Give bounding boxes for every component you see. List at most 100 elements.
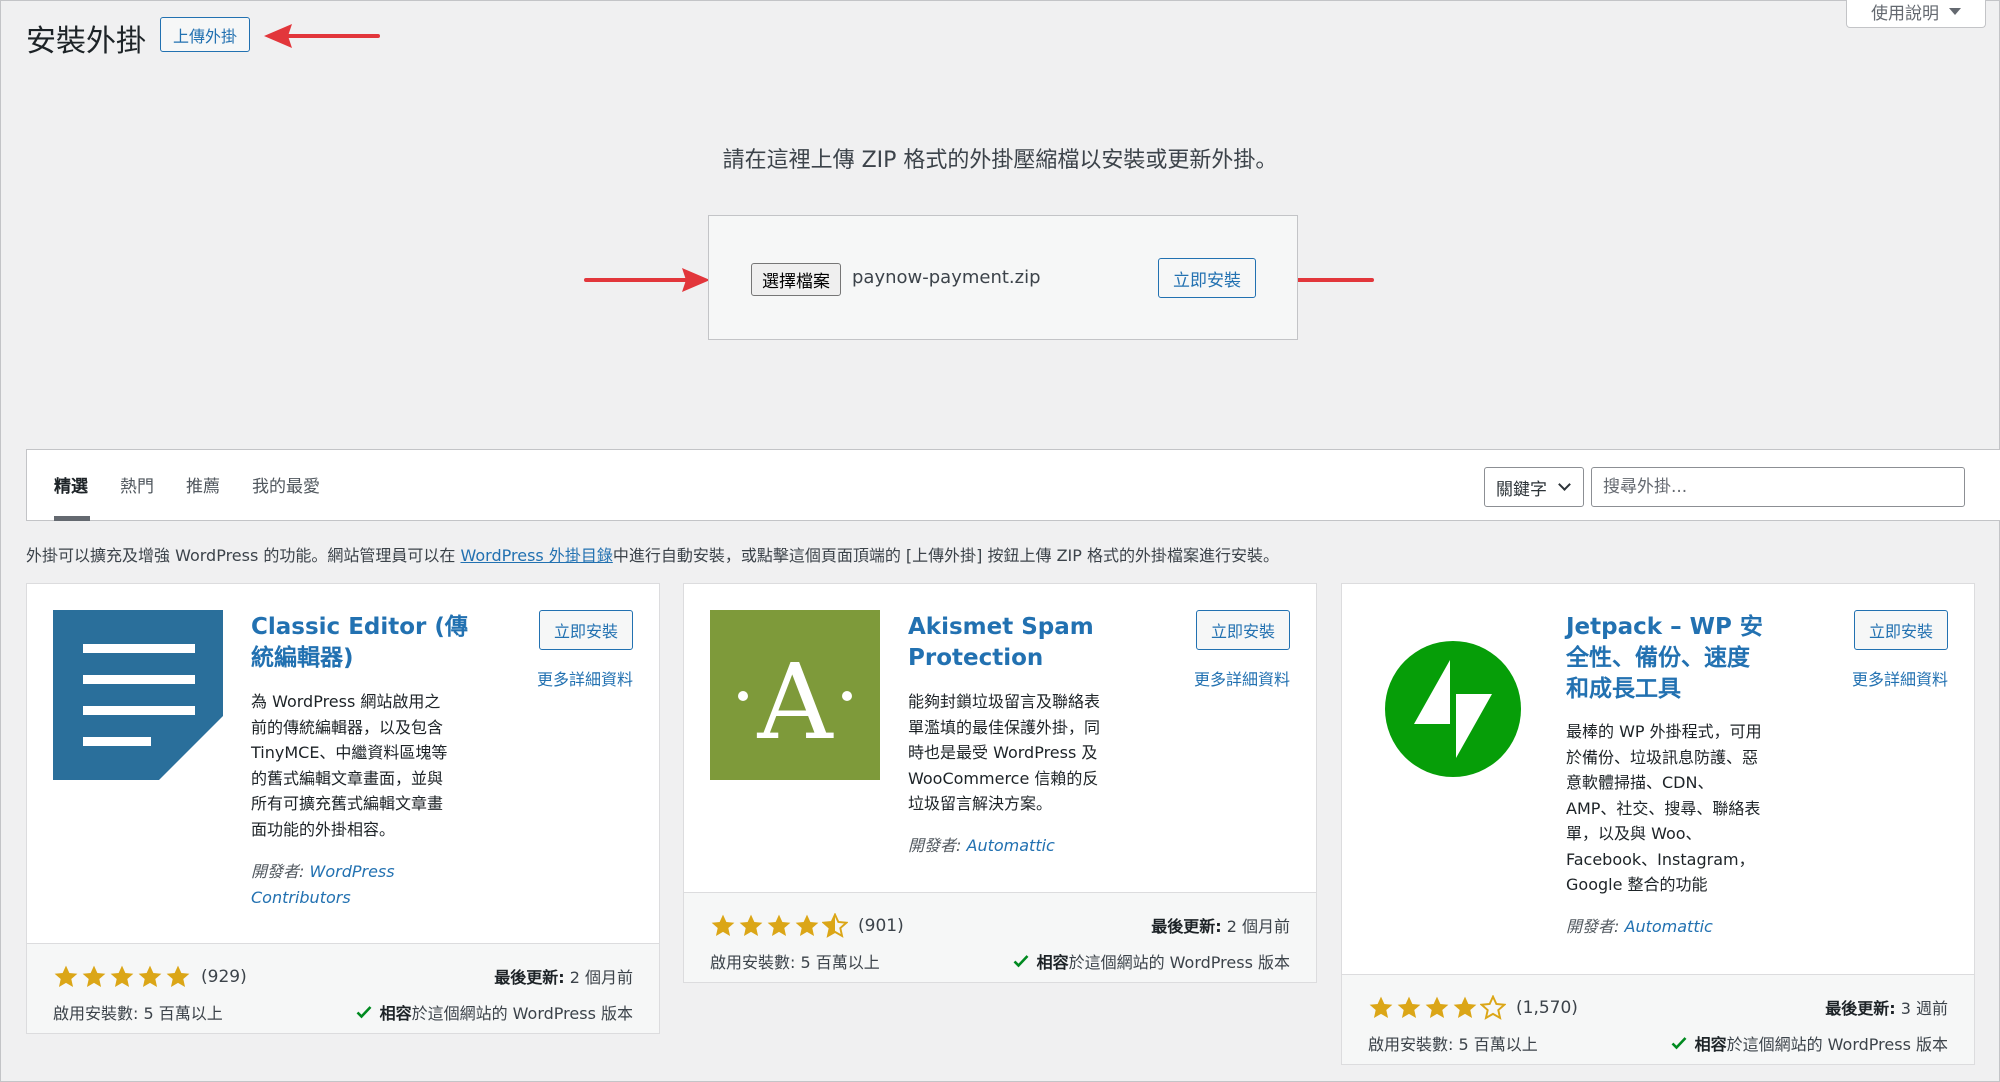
- last-updated: 最後更新: 3 週前: [1825, 995, 1948, 1019]
- star-full-icon: [1397, 996, 1421, 1018]
- star-rating: (929): [53, 964, 247, 990]
- search-type-value: 關鍵字: [1496, 479, 1547, 500]
- plugin-name-line: Protection: [908, 645, 1044, 671]
- star-empty-icon: [1480, 995, 1506, 1020]
- plugin-description: 能夠封鎖垃圾留言及聯絡表 單濫填的最佳保護外掛，同 時也是最受 WordPres…: [908, 689, 1100, 817]
- plugin-card-classic-editor: Classic Editor (傳 統編輯器) 立即安裝 更多詳細資料 為 Wo…: [26, 583, 660, 1034]
- more-details-link[interactable]: 更多詳細資料: [1194, 666, 1290, 690]
- compat-rest: 於這個網站的 WordPress 版本: [1068, 953, 1290, 972]
- author-label: 開發者:: [1566, 917, 1620, 936]
- description-line: 前的傳統編輯器，以及包含: [251, 717, 444, 737]
- author-link[interactable]: Contributors: [251, 888, 351, 907]
- tab-favorites[interactable]: 我的最愛: [252, 472, 320, 497]
- last-updated-label: 最後更新:: [1825, 999, 1896, 1018]
- description-line: 為 WordPress 網站啟用之: [251, 692, 441, 711]
- description-line: 時也是最受 WordPress 及: [908, 743, 1098, 762]
- star-full-icon: [138, 965, 162, 987]
- page-title: 安裝外掛: [26, 24, 146, 59]
- plugin-search-input[interactable]: [1591, 467, 1965, 507]
- description-line: 單濫填的最佳保護外掛，同: [908, 717, 1101, 737]
- more-details-link[interactable]: 更多詳細資料: [1852, 666, 1948, 690]
- compatibility: 相容於這個網站的 WordPress 版本: [1671, 1031, 1948, 1055]
- choose-file-button[interactable]: 選擇檔案: [751, 263, 841, 296]
- star-half-icon: [822, 913, 848, 938]
- plugin-name[interactable]: Classic Editor (傳 統編輯器): [251, 612, 468, 674]
- search-type-select[interactable]: 關鍵字: [1484, 467, 1584, 507]
- compat-strong: 相容: [1036, 953, 1069, 972]
- plugin-name[interactable]: Jetpack – WP 安 全性、備份、速度 和成長工具: [1566, 612, 1763, 705]
- star-full-icon: [1425, 996, 1449, 1018]
- active-installs: 啟用安裝數: 5 百萬以上: [710, 953, 880, 972]
- description-line: 所有可擴充舊式編輯文章畫: [251, 794, 444, 813]
- description-line: 最棒的 WP 外掛程式，可用: [1566, 722, 1762, 741]
- author-link[interactable]: Automattic: [1625, 917, 1713, 936]
- active-installs: 啟用安裝數: 5 百萬以上: [1368, 1035, 1538, 1054]
- plugin-card-footer: (929) 最後更新: 2 個月前 啟用安裝數: 5 百萬以上 相容於這個網站的…: [27, 943, 659, 1033]
- plugin-name-line: Akismet Spam: [908, 614, 1094, 640]
- plugin-name[interactable]: Akismet Spam Protection: [908, 612, 1094, 674]
- author-link[interactable]: WordPress: [310, 862, 395, 881]
- plugin-card-jetpack: Jetpack – WP 安 全性、備份、速度 和成長工具 立即安裝 更多詳細資…: [1341, 583, 1975, 1065]
- plugin-author: 開發者: Automattic: [908, 833, 1055, 859]
- upload-form: 選擇檔案 paynow-payment.zip 立即安裝: [708, 215, 1298, 340]
- description-line: 的舊式編輯文章畫面，並與: [251, 768, 444, 788]
- author-link[interactable]: Automattic: [967, 836, 1055, 855]
- rating-count: (901): [858, 916, 904, 936]
- last-updated-label: 最後更新:: [494, 968, 565, 987]
- plugin-name-line: 統編輯器): [251, 645, 354, 671]
- selected-file-name: paynow-payment.zip: [852, 267, 1041, 288]
- author-label: 開發者:: [908, 836, 962, 855]
- plugin-card-footer: (1,570) 最後更新: 3 週前 啟用安裝數: 5 百萬以上 相容於這個網站…: [1342, 974, 1974, 1064]
- description-line: AMP、社交、搜尋、聯絡表: [1566, 798, 1761, 818]
- install-now-button[interactable]: 立即安裝: [1195, 610, 1290, 650]
- last-updated: 最後更新: 2 個月前: [1151, 913, 1290, 937]
- description-line: WooCommerce 信賴的反: [908, 768, 1099, 788]
- upload-help-text: 請在這裡上傳 ZIP 格式的外掛壓縮檔以安裝或更新外掛。: [722, 148, 1278, 173]
- last-updated-value: 3 週前: [1900, 999, 1948, 1018]
- star-full-icon: [1369, 996, 1393, 1018]
- more-details-link[interactable]: 更多詳細資料: [537, 666, 633, 690]
- intro-text-after: 中進行自動安裝，或點擊這個頁面頂端的 [上傳外掛] 按鈕上傳 ZIP 格式的外掛…: [612, 546, 1279, 565]
- arrow-annotation-icon: [264, 24, 380, 48]
- intro-text: 外掛可以擴充及增強 WordPress 的功能。網站管理員可以在 WordPre…: [26, 542, 1279, 566]
- plugin-name-line: 全性、備份、速度: [1566, 645, 1750, 671]
- last-updated: 最後更新: 2 個月前: [494, 964, 633, 988]
- plugin-name-line: Classic Editor (傳: [251, 614, 468, 640]
- check-icon: [1671, 1037, 1687, 1050]
- plugin-directory-link[interactable]: WordPress 外掛目錄: [461, 546, 613, 565]
- plugin-name-line: 和成長工具: [1566, 676, 1681, 702]
- help-tab[interactable]: 使用說明: [1846, 0, 1986, 28]
- description-line: 於備份、垃圾訊息防護、惡: [1566, 747, 1759, 767]
- compatibility: 相容於這個網站的 WordPress 版本: [1013, 949, 1290, 973]
- jetpack-bolt-icon: [1368, 624, 1538, 794]
- plugin-author: 開發者: Automattic: [1566, 914, 1713, 940]
- chevron-down-icon: [1558, 478, 1571, 491]
- install-now-button[interactable]: 立即安裝: [538, 610, 633, 650]
- last-updated-label: 最後更新:: [1151, 917, 1222, 936]
- author-label: 開發者:: [251, 862, 305, 881]
- star-full-icon: [82, 965, 106, 987]
- svg-text:A: A: [756, 641, 834, 763]
- compat-rest: 於這個網站的 WordPress 版本: [411, 1004, 633, 1023]
- arrow-annotation-icon: [584, 268, 710, 292]
- upload-plugin-button[interactable]: 上傳外掛: [160, 17, 251, 52]
- install-now-button[interactable]: 立即安裝: [1853, 610, 1948, 650]
- tab-featured[interactable]: 精選: [54, 472, 88, 497]
- current-tab-indicator: [54, 516, 90, 521]
- tab-recommended[interactable]: 推薦: [186, 472, 220, 497]
- compat-strong: 相容: [1694, 1035, 1727, 1054]
- star-full-icon: [711, 914, 735, 936]
- caret-down-icon: [1949, 8, 1961, 15]
- plugin-description: 為 WordPress 網站啟用之 前的傳統編輯器，以及包含 TinyMCE、中…: [251, 689, 447, 842]
- description-line: Google 整合的功能: [1566, 875, 1708, 894]
- compat-rest: 於這個網站的 WordPress 版本: [1726, 1035, 1948, 1054]
- tab-popular[interactable]: 熱門: [120, 472, 154, 497]
- plugin-description: 最棒的 WP 外掛程式，可用 於備份、垃圾訊息防護、惡 意軟體掃描、CDN、 A…: [1566, 719, 1762, 898]
- active-installs: 啟用安裝數: 5 百萬以上: [53, 1004, 223, 1023]
- install-now-button[interactable]: 立即安裝: [1158, 258, 1256, 298]
- star-full-icon: [739, 914, 763, 936]
- description-line: TinyMCE、中繼資料區塊等: [251, 743, 448, 762]
- star-full-icon: [1453, 996, 1477, 1018]
- plugin-card-footer: (901) 最後更新: 2 個月前 啟用安裝數: 5 百萬以上 相容於這個網站的…: [684, 892, 1316, 982]
- description-line: 面功能的外掛相容。: [251, 819, 396, 839]
